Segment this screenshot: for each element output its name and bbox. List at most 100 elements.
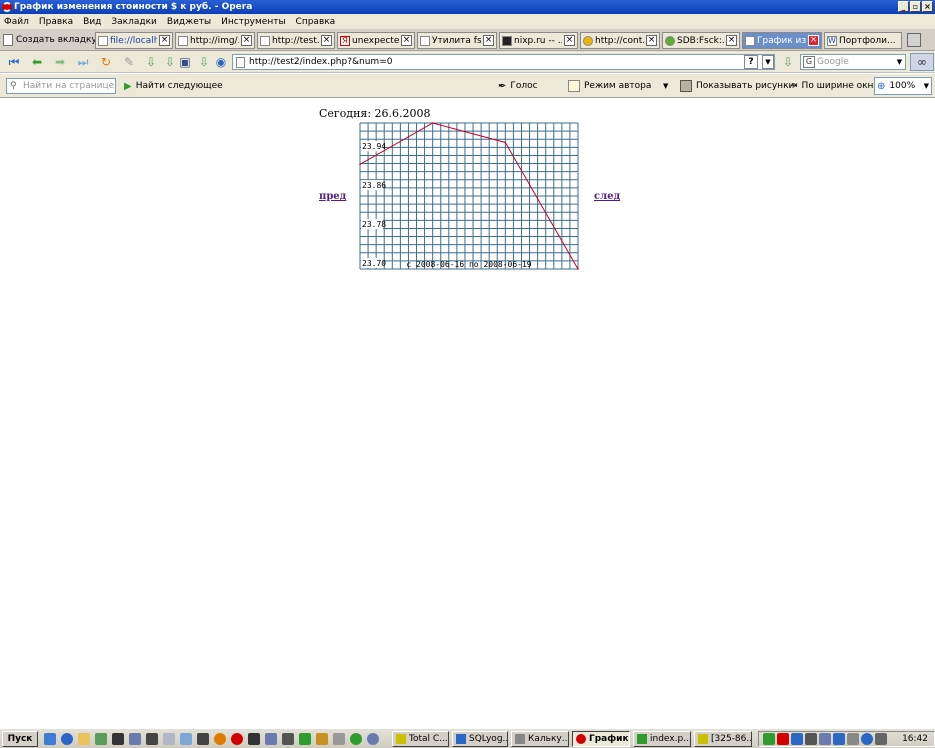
rewind-icon[interactable]: ⏮ xyxy=(6,54,22,70)
quicklaunch-app3-icon[interactable] xyxy=(146,733,158,745)
quicklaunch-app10-icon[interactable] xyxy=(299,733,311,745)
tray-app5-icon[interactable] xyxy=(861,733,873,745)
quicklaunch-app4-icon[interactable] xyxy=(163,733,175,745)
tab-close-icon[interactable]: × xyxy=(241,35,252,46)
tab-item[interactable]: nixp.ru -- ... × xyxy=(499,32,578,49)
quicklaunch-app5-icon[interactable] xyxy=(180,733,192,745)
tab-label: Утилита fsck xyxy=(432,35,481,46)
tab-item[interactable]: http://img/... × xyxy=(175,32,255,49)
tray-app3-icon[interactable] xyxy=(833,733,845,745)
menu-tools[interactable]: Инструменты xyxy=(221,17,285,27)
fit-width-button[interactable]: ⇥ По ширине окна xyxy=(790,79,879,93)
task-button[interactable]: Кальку... xyxy=(511,731,569,747)
quicklaunch-app13-icon[interactable] xyxy=(350,733,362,745)
tab-close-icon[interactable]: × xyxy=(483,35,494,46)
menu-edit[interactable]: Правка xyxy=(39,17,73,27)
tab-item[interactable]: file://localh... × xyxy=(95,32,173,49)
quicklaunch-desktop-icon[interactable] xyxy=(44,733,56,745)
console-icon[interactable]: ▣ xyxy=(177,54,193,70)
wikipedia-icon: W xyxy=(827,35,837,46)
author-mode-button[interactable]: Режим автора xyxy=(568,79,651,93)
task-button[interactable]: [325-86... xyxy=(694,731,752,747)
bookmark-icon[interactable]: ⇩ xyxy=(780,54,796,70)
task-button[interactable]: SQLyog... xyxy=(452,731,508,747)
quicklaunch-opera-icon[interactable] xyxy=(231,733,243,745)
tab-close-icon[interactable]: × xyxy=(321,35,332,46)
help-icon[interactable]: ? xyxy=(744,55,758,69)
tab-label: nixp.ru -- ... xyxy=(514,35,562,46)
address-bar[interactable]: http://test2/index.php?&num=0 xyxy=(232,54,775,70)
find-input[interactable]: ⚲ Найти на странице xyxy=(6,78,116,94)
tray-app-icon[interactable] xyxy=(805,733,817,745)
search-input[interactable]: G Google xyxy=(800,54,906,70)
prev-link[interactable]: пред xyxy=(319,191,346,202)
quicklaunch-floppy-icon[interactable] xyxy=(112,733,124,745)
quicklaunch-app6-icon[interactable] xyxy=(197,733,209,745)
globe-icon[interactable]: ◉ xyxy=(213,54,229,70)
author-mode-dropdown-icon[interactable]: ▼ xyxy=(663,79,668,93)
quicklaunch-app14-icon[interactable] xyxy=(367,733,379,745)
tab-item-active[interactable]: График из... × xyxy=(742,32,822,49)
tab-close-icon[interactable]: × xyxy=(564,35,575,46)
download-icon[interactable]: ⇩ xyxy=(143,54,159,70)
trash-icon[interactable] xyxy=(907,33,921,47)
tab-close-icon[interactable]: × xyxy=(808,35,819,46)
back-icon[interactable]: ⬅ xyxy=(29,54,45,70)
task-button-active[interactable]: График... xyxy=(572,731,630,747)
tab-close-icon[interactable]: × xyxy=(159,35,170,46)
zoom-dropdown-icon[interactable]: ▼ xyxy=(924,82,929,90)
quicklaunch-app7-icon[interactable] xyxy=(248,733,260,745)
tab-item[interactable]: Я unexpecte... × xyxy=(337,32,415,49)
menu-help[interactable]: Справка xyxy=(296,17,336,27)
tab-close-icon[interactable]: × xyxy=(726,35,737,46)
tab-item[interactable]: W Портфоли... xyxy=(824,32,902,49)
edit-icon[interactable]: ✎ xyxy=(121,54,137,70)
quicklaunch-firefox-icon[interactable] xyxy=(214,733,226,745)
show-images-button[interactable]: Показывать рисунки xyxy=(680,79,794,93)
tab-item[interactable]: SDB:Fsck:... × xyxy=(662,32,740,49)
quicklaunch-ie-icon[interactable] xyxy=(61,733,73,745)
tray-network-icon[interactable] xyxy=(763,733,775,745)
tab-item[interactable]: http://cont... × xyxy=(580,32,660,49)
tray-app2-icon[interactable] xyxy=(819,733,831,745)
tray-app4-icon[interactable] xyxy=(847,733,859,745)
address-dropdown-icon[interactable]: ▼ xyxy=(762,55,774,69)
tab-close-icon[interactable]: × xyxy=(646,35,657,46)
quicklaunch-app-icon[interactable] xyxy=(95,733,107,745)
next-link[interactable]: след xyxy=(594,191,620,202)
menu-widgets[interactable]: Виджеты xyxy=(167,17,211,27)
close-button[interactable]: × xyxy=(922,1,933,12)
quicklaunch-app12-icon[interactable] xyxy=(333,733,345,745)
download2-icon[interactable]: ⇩ xyxy=(162,54,178,70)
save-icon[interactable]: ⇩ xyxy=(196,54,212,70)
start-button[interactable]: Пуск xyxy=(2,731,38,747)
binoculars-icon[interactable]: ∞ xyxy=(910,53,934,71)
menu-bookmarks[interactable]: Закладки xyxy=(111,17,157,27)
minimize-button[interactable]: _ xyxy=(898,1,909,12)
menu-file[interactable]: Файл xyxy=(4,17,29,27)
menu-view[interactable]: Вид xyxy=(83,17,101,27)
tray-antivirus-icon[interactable] xyxy=(777,733,789,745)
search-dropdown-icon[interactable]: ▼ xyxy=(894,55,905,69)
quicklaunch-app11-icon[interactable] xyxy=(316,733,328,745)
tray-keyboard-icon[interactable] xyxy=(791,733,803,745)
quicklaunch-app2-icon[interactable] xyxy=(129,733,141,745)
tab-item[interactable]: Утилита fsck × xyxy=(417,32,497,49)
reload-icon[interactable]: ↻ xyxy=(98,54,114,70)
forward-icon[interactable]: ➡ xyxy=(52,54,68,70)
tray-volume-icon[interactable] xyxy=(875,733,887,745)
new-tab-button[interactable]: Создать вкладку xyxy=(3,32,97,48)
tab-item[interactable]: http://test... × xyxy=(257,32,335,49)
tab-close-icon[interactable]: × xyxy=(401,35,412,46)
quicklaunch-app8-icon[interactable] xyxy=(265,733,277,745)
fast-forward-icon[interactable]: ⏭ xyxy=(75,54,91,70)
quicklaunch-folder-icon[interactable] xyxy=(78,733,90,745)
find-next-button[interactable]: ▶ Найти следующее xyxy=(124,79,223,93)
maximize-button[interactable]: ▫ xyxy=(910,1,921,12)
zoom-control[interactable]: ⊕ 100% ▼ xyxy=(874,77,932,95)
quicklaunch-app9-icon[interactable] xyxy=(282,733,294,745)
voice-button[interactable]: ✒ Голос xyxy=(498,79,538,93)
task-button[interactable]: index.p... xyxy=(633,731,691,747)
task-label: index.p... xyxy=(650,734,691,744)
task-button[interactable]: Total C... xyxy=(392,731,449,747)
